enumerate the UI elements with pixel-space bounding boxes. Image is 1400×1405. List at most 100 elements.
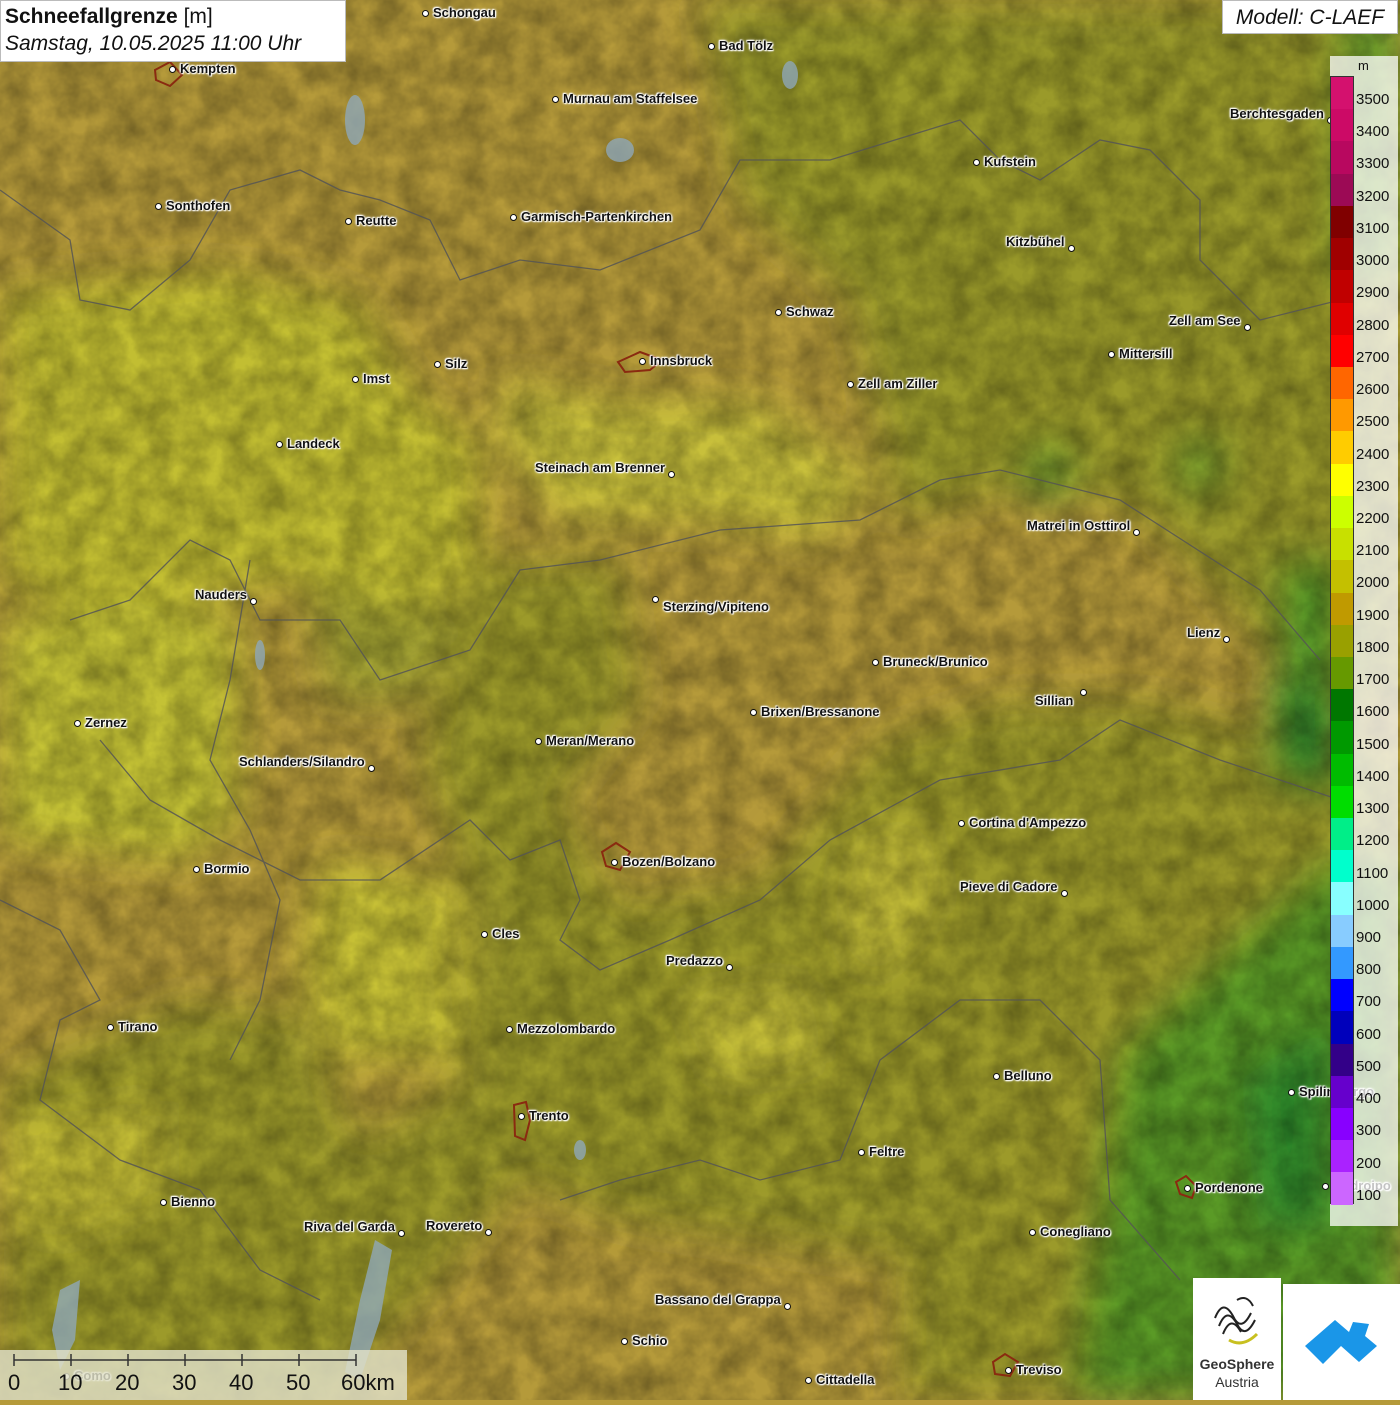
city-label[interactable]: Landeck (287, 436, 340, 451)
city-marker[interactable] (857, 1148, 865, 1156)
city-marker[interactable] (667, 470, 675, 478)
city-label[interactable]: Bormio (204, 861, 250, 876)
city-label[interactable]: Zell am See (1169, 313, 1241, 328)
city-marker[interactable] (159, 1198, 167, 1206)
city-label[interactable]: Predazzo (666, 953, 723, 968)
city-label[interactable]: Treviso (1016, 1362, 1062, 1377)
city-label[interactable]: Murnau am Staffelsee (563, 91, 697, 106)
city-marker[interactable] (992, 1072, 1000, 1080)
city-marker[interactable] (106, 1023, 114, 1031)
city-marker[interactable] (480, 930, 488, 938)
city-marker[interactable] (804, 1376, 812, 1384)
city-label[interactable]: Belluno (1004, 1068, 1052, 1083)
city-marker[interactable] (421, 9, 429, 17)
city-label[interactable]: Mittersill (1119, 346, 1172, 361)
city-marker[interactable] (1183, 1184, 1191, 1192)
city-marker[interactable] (1321, 1182, 1329, 1190)
city-marker[interactable] (192, 865, 200, 873)
city-label[interactable]: Bruneck/Brunico (883, 654, 988, 669)
city-label[interactable]: Mezzolombardo (517, 1021, 615, 1036)
city-label[interactable]: Sterzing/Vipiteno (663, 599, 769, 614)
city-label[interactable]: Schlanders/Silandro (239, 754, 365, 769)
city-marker[interactable] (783, 1302, 791, 1310)
city-marker[interactable] (1060, 889, 1068, 897)
city-marker[interactable] (638, 357, 646, 365)
city-label[interactable]: Bad Tölz (719, 38, 773, 53)
city-label[interactable]: Kufstein (984, 154, 1036, 169)
city-label[interactable]: Bassano del Grappa (655, 1292, 781, 1307)
city-marker[interactable] (509, 213, 517, 221)
city-label[interactable]: Innsbruck (650, 353, 712, 368)
city-marker[interactable] (871, 658, 879, 666)
city-label[interactable]: Conegliano (1040, 1224, 1111, 1239)
city-label[interactable]: Berchtesgaden (1230, 106, 1324, 121)
city-label[interactable]: Feltre (869, 1144, 904, 1159)
city-label[interactable]: Zell am Ziller (858, 376, 937, 391)
city-marker[interactable] (367, 764, 375, 772)
city-marker[interactable] (517, 1112, 525, 1120)
city-marker[interactable] (1243, 323, 1251, 331)
city-label[interactable]: Kempten (180, 61, 236, 76)
city-marker[interactable] (972, 158, 980, 166)
city-label[interactable]: Schio (632, 1333, 667, 1348)
city-marker[interactable] (484, 1228, 492, 1236)
city-marker[interactable] (433, 360, 441, 368)
city-marker[interactable] (725, 963, 733, 971)
city-label[interactable]: Schwaz (786, 304, 834, 319)
city-marker[interactable] (620, 1337, 628, 1345)
city-marker[interactable] (610, 858, 618, 866)
city-marker[interactable] (551, 95, 559, 103)
city-label[interactable]: Pieve di Cadore (960, 879, 1058, 894)
city-marker[interactable] (651, 595, 659, 603)
city-label[interactable]: Kitzbühel (1006, 234, 1065, 249)
city-label[interactable]: Steinach am Brenner (535, 460, 665, 475)
city-marker[interactable] (1222, 635, 1230, 643)
city-label[interactable]: Meran/Merano (546, 733, 634, 748)
city-marker[interactable] (774, 308, 782, 316)
city-label[interactable]: Nauders (195, 587, 247, 602)
city-label[interactable]: Riva del Garda (304, 1219, 395, 1234)
city-label[interactable]: Bienno (171, 1194, 215, 1209)
city-label[interactable]: Tirano (118, 1019, 158, 1034)
city-marker[interactable] (534, 737, 542, 745)
city-marker[interactable] (1287, 1088, 1295, 1096)
city-marker[interactable] (154, 202, 162, 210)
city-label[interactable]: Bozen/Bolzano (622, 854, 715, 869)
city-label[interactable]: Cles (492, 926, 519, 941)
city-marker[interactable] (505, 1025, 513, 1033)
city-label[interactable]: Zernez (85, 715, 127, 730)
city-marker[interactable] (1132, 528, 1140, 536)
city-label[interactable]: Rovereto (426, 1218, 482, 1233)
city-marker[interactable] (168, 65, 176, 73)
city-label[interactable]: Trento (529, 1108, 569, 1123)
city-label[interactable]: Cortina d'Ampezzo (969, 815, 1086, 830)
city-label[interactable]: Schongau (433, 5, 496, 20)
city-marker[interactable] (846, 380, 854, 388)
city-label[interactable]: Imst (363, 371, 390, 386)
city-label[interactable]: Pordenone (1195, 1180, 1263, 1195)
city-label[interactable]: Cittadella (816, 1372, 875, 1387)
city-marker[interactable] (1079, 688, 1087, 696)
city-label[interactable]: Lienz (1187, 625, 1220, 640)
city-label[interactable]: Brixen/Bressanone (761, 704, 880, 719)
app-logo[interactable] (1283, 1284, 1400, 1400)
city-marker[interactable] (957, 819, 965, 827)
city-marker[interactable] (351, 375, 359, 383)
city-marker[interactable] (707, 42, 715, 50)
city-label[interactable]: Garmisch-Partenkirchen (521, 209, 672, 224)
city-label[interactable]: Matrei in Osttirol (1027, 518, 1130, 533)
city-marker[interactable] (397, 1229, 405, 1237)
city-marker[interactable] (275, 440, 283, 448)
city-label[interactable]: Sonthofen (166, 198, 230, 213)
city-label[interactable]: Silz (445, 356, 467, 371)
city-marker[interactable] (749, 708, 757, 716)
city-marker[interactable] (73, 719, 81, 727)
city-marker[interactable] (1028, 1228, 1036, 1236)
city-marker[interactable] (1004, 1366, 1012, 1374)
city-label[interactable]: Reutte (356, 213, 396, 228)
city-marker[interactable] (344, 217, 352, 225)
city-marker[interactable] (1107, 350, 1115, 358)
city-marker[interactable] (249, 597, 257, 605)
city-label[interactable]: Sillian (1035, 693, 1073, 708)
city-marker[interactable] (1067, 244, 1075, 252)
